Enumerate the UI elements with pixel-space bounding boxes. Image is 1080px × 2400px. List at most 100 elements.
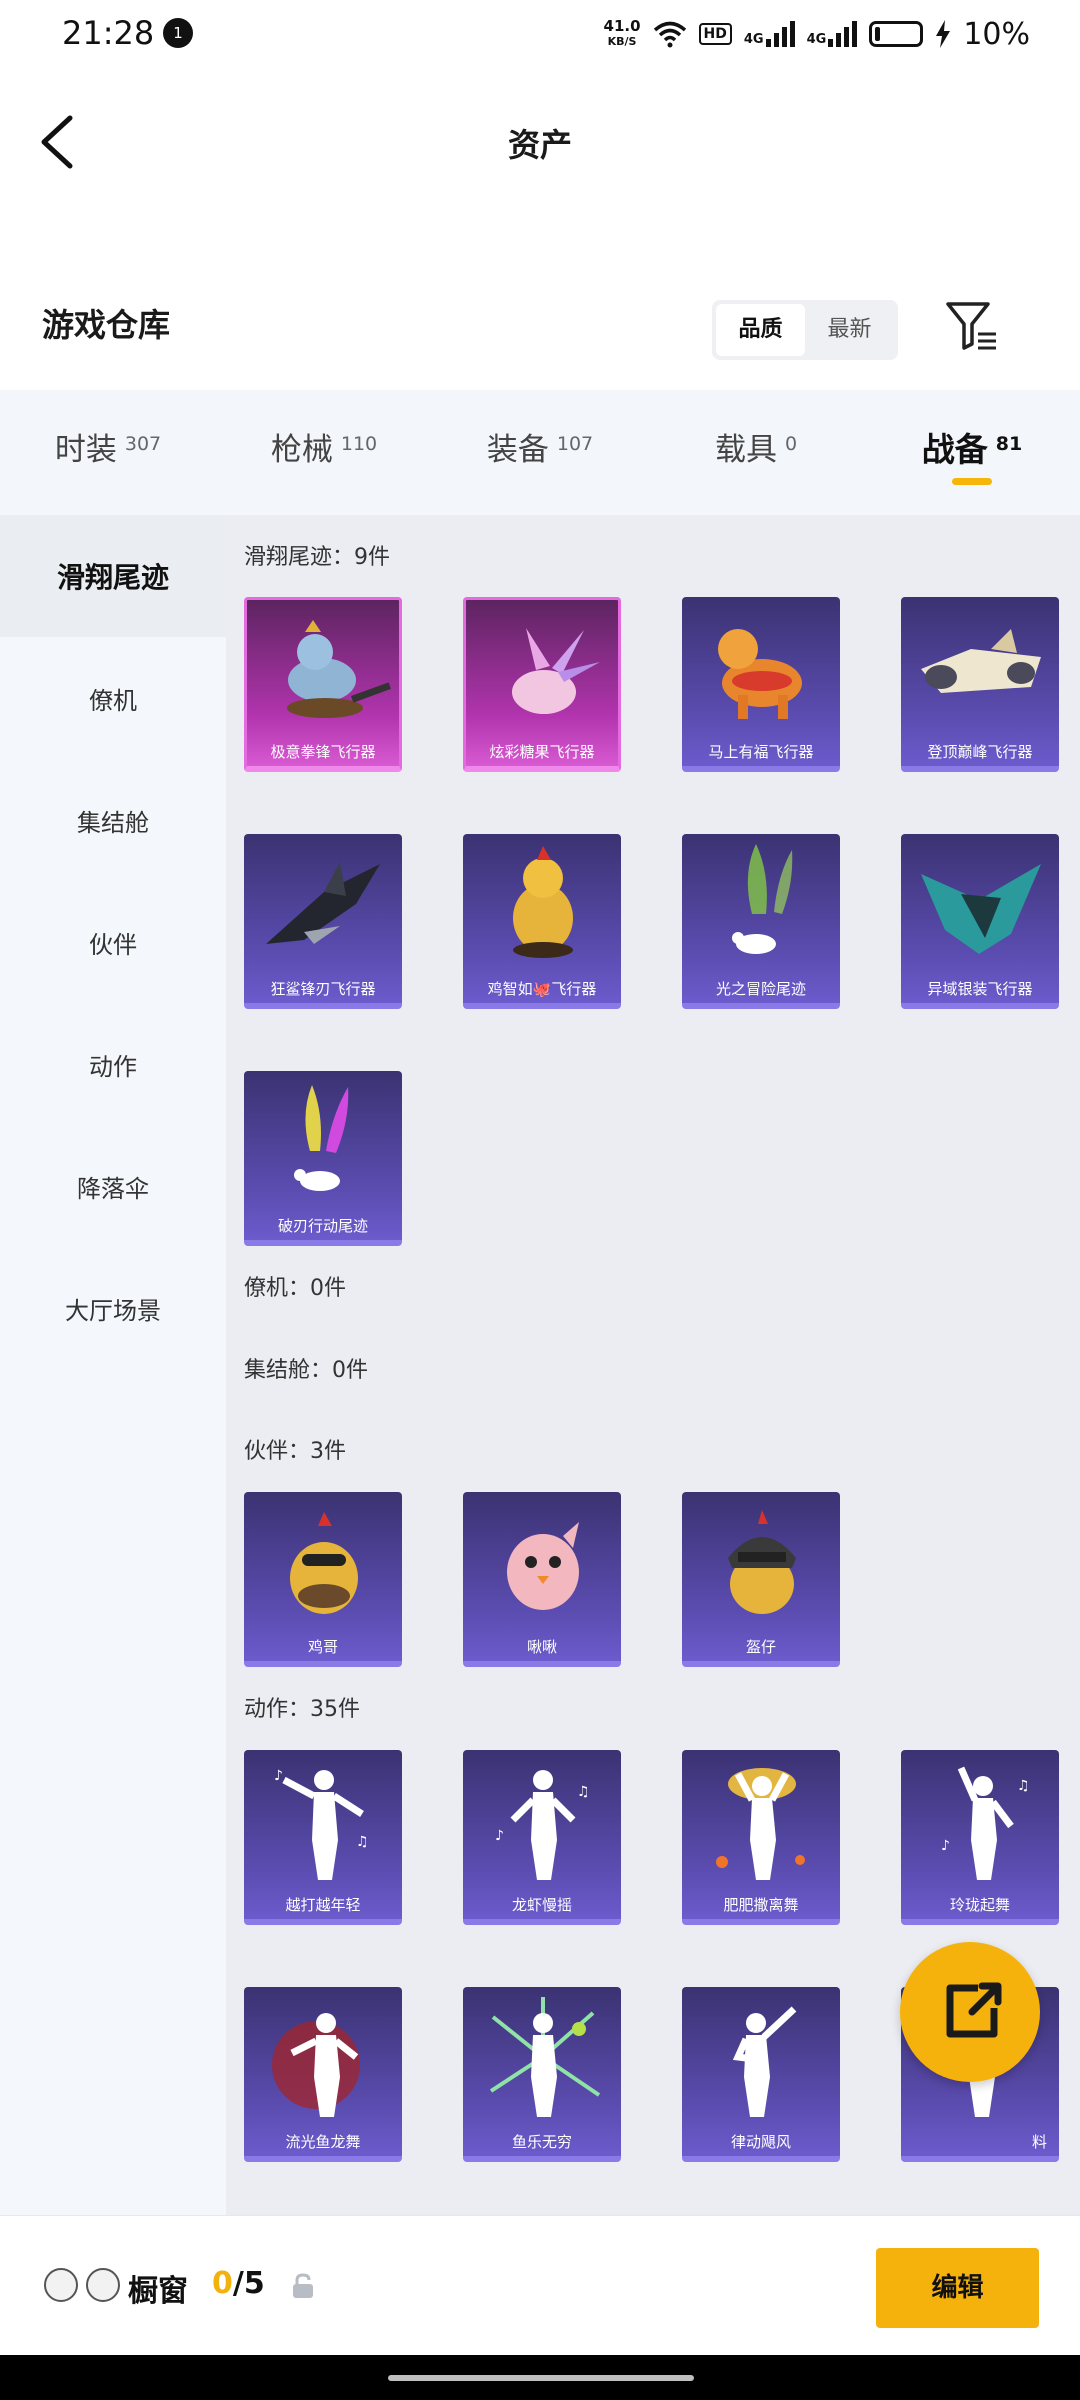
sidenav-item-parachute[interactable]: 降落伞 [0, 1125, 226, 1247]
showcase-count-total: /5 [232, 2266, 265, 2301]
item-art [272, 2013, 360, 2117]
item-art [294, 1085, 349, 1191]
item-card[interactable]: 流光鱼龙舞 [244, 1987, 402, 2162]
item-name: 盔仔 [745, 1638, 776, 1656]
item-name: 鸡智如🐙飞行器 [487, 980, 597, 998]
item-name: 啾啾 [526, 1638, 557, 1656]
battery-percent: 10% [963, 16, 1030, 52]
item-art [507, 1522, 579, 1610]
item-card[interactable]: 登顶巅峰飞行器 [901, 597, 1059, 772]
status-icons: 41.0 KB/S HD 4G 4G 10% [604, 14, 1030, 54]
section-title: 游戏仓库 [42, 306, 171, 344]
home-indicator[interactable] [388, 2375, 694, 2381]
tab-count: 110 [340, 432, 378, 455]
item-name: 鱼乐无穷 [511, 2133, 572, 2151]
tab-label: 装备 [486, 432, 549, 468]
sort-quality-button[interactable]: 品质 [716, 304, 805, 356]
sidenav-item-glide-trail[interactable]: 滑翔尾迹 [0, 515, 226, 637]
sort-latest-button[interactable]: 最新 [805, 304, 894, 356]
tab-count: 0 [784, 432, 798, 455]
tab-equipment[interactable]: 装备 107 [432, 390, 648, 515]
edit-button[interactable]: 编辑 [876, 2248, 1039, 2328]
tab-fashion[interactable]: 时装 307 [0, 390, 216, 515]
tab-label: 战备 [921, 429, 988, 469]
tab-label: 枪械 [270, 432, 333, 468]
item-name: 越打越年轻 [285, 1896, 361, 1914]
tab-count: 81 [995, 432, 1023, 455]
showcase-label: 橱窗 [128, 2274, 188, 2309]
wifi-icon [653, 21, 686, 48]
item-card[interactable]: 光之冒险尾迹 [682, 834, 840, 1009]
tab-vehicles[interactable]: 载具 0 [648, 390, 864, 515]
page-title: 资产 [507, 126, 572, 164]
sidenav-item-rally-pod[interactable]: 集结舱 [0, 759, 226, 881]
item-name: 鸡哥 [307, 1638, 338, 1656]
showcase-bar: 橱窗 0/5 编辑 [0, 2215, 1080, 2355]
item-card[interactable]: 鸡智如🐙飞行器 [463, 834, 621, 1009]
sidenav-item-wingman[interactable]: 僚机 [0, 637, 226, 759]
item-card[interactable]: 破刃行动尾迹 [244, 1071, 402, 1246]
item-art [732, 844, 793, 954]
item-card[interactable]: 啾啾 [463, 1492, 621, 1667]
network-type-1: 4G [743, 32, 764, 47]
item-card[interactable]: 鱼乐无穷 [463, 1987, 621, 2162]
hd-icon: HD [698, 23, 732, 45]
item-card[interactable]: 极意拳锋飞行器 [244, 597, 402, 772]
charging-icon [936, 20, 951, 48]
svg-text:♪: ♪ [274, 1768, 283, 1784]
side-nav: 滑翔尾迹 僚机 集结舱 伙伴 动作 降落伞 大厅场景 [0, 515, 226, 2215]
category-tabs: 时装 307 枪械 110 装备 107 载具 0 战备 81 [0, 390, 1080, 515]
tab-count: 107 [556, 432, 594, 455]
item-art: ♪♫ [941, 1766, 1030, 1880]
app-header: 资产 [0, 70, 1080, 210]
item-name: 登顶巅峰飞行器 [927, 743, 1033, 761]
item-card[interactable]: 狂鲨锋刃飞行器 [244, 834, 402, 1009]
item-name: 龙虾慢摇 [511, 1896, 572, 1914]
network-speed-unit: KB/S [607, 35, 637, 48]
sidenav-item-lobby-scene[interactable]: 大厅场景 [0, 1247, 226, 1369]
notification-badge: 1 [163, 18, 193, 48]
status-time: 21:28 [62, 14, 155, 52]
item-art [728, 1510, 796, 1614]
item-card[interactable]: ♪ ♫ 龙虾慢摇 [463, 1750, 621, 1925]
item-card[interactable]: 异域银装飞行器 [901, 834, 1059, 1009]
item-card[interactable]: 鸡哥 [244, 1492, 402, 1667]
svg-text:♫: ♫ [356, 1834, 369, 1850]
group-title-wingman: 僚机：0件 [244, 1276, 346, 1301]
share-button[interactable] [900, 1942, 1040, 2082]
sidenav-item-action[interactable]: 动作 [0, 1003, 226, 1125]
avatar [44, 2268, 78, 2302]
item-art [290, 1512, 358, 1614]
group-title-partner: 伙伴：3件 [244, 1439, 346, 1464]
network-type-2: 4G [806, 32, 827, 47]
item-art [266, 862, 380, 944]
svg-text:♪: ♪ [495, 1828, 504, 1844]
sidenav-item-partner[interactable]: 伙伴 [0, 881, 226, 1003]
item-art: ♪♫ [274, 1768, 369, 1880]
share-icon [946, 1982, 1002, 2038]
item-art [732, 2006, 797, 2117]
group-title-glide-trail: 滑翔尾迹：9件 [244, 545, 390, 570]
group-title-rally-pod: 集结舱：0件 [244, 1358, 368, 1383]
tab-label: 时装 [54, 432, 117, 468]
item-card[interactable]: 律动飓风 [682, 1987, 840, 2162]
network-speed: 41.0 KB/S [604, 19, 641, 49]
item-name: 玲珑起舞 [949, 1896, 1010, 1914]
item-card[interactable]: 盔仔 [682, 1492, 840, 1667]
item-art [718, 629, 802, 719]
item-card[interactable]: ♪ ♫ 越打越年轻 [244, 1750, 402, 1925]
item-card[interactable]: 炫彩糖果飞行器 [463, 597, 621, 772]
item-name: 律动飓风 [730, 2133, 791, 2151]
tab-guns[interactable]: 枪械 110 [216, 390, 432, 515]
item-card[interactable]: ♪ ♫ 玲珑起舞 [901, 1750, 1059, 1925]
item-art [513, 846, 573, 958]
tab-combat-gear[interactable]: 战备 81 [864, 390, 1080, 515]
item-art [287, 620, 391, 718]
item-card[interactable]: 马上有福飞行器 [682, 597, 840, 772]
filter-icon[interactable] [944, 300, 1000, 352]
svg-text:♫: ♫ [1017, 1778, 1030, 1794]
item-card[interactable]: 肥肥撒离舞 [682, 1750, 840, 1925]
item-art [921, 629, 1041, 693]
system-nav-bar [0, 2355, 1080, 2400]
item-art [489, 1997, 601, 2117]
